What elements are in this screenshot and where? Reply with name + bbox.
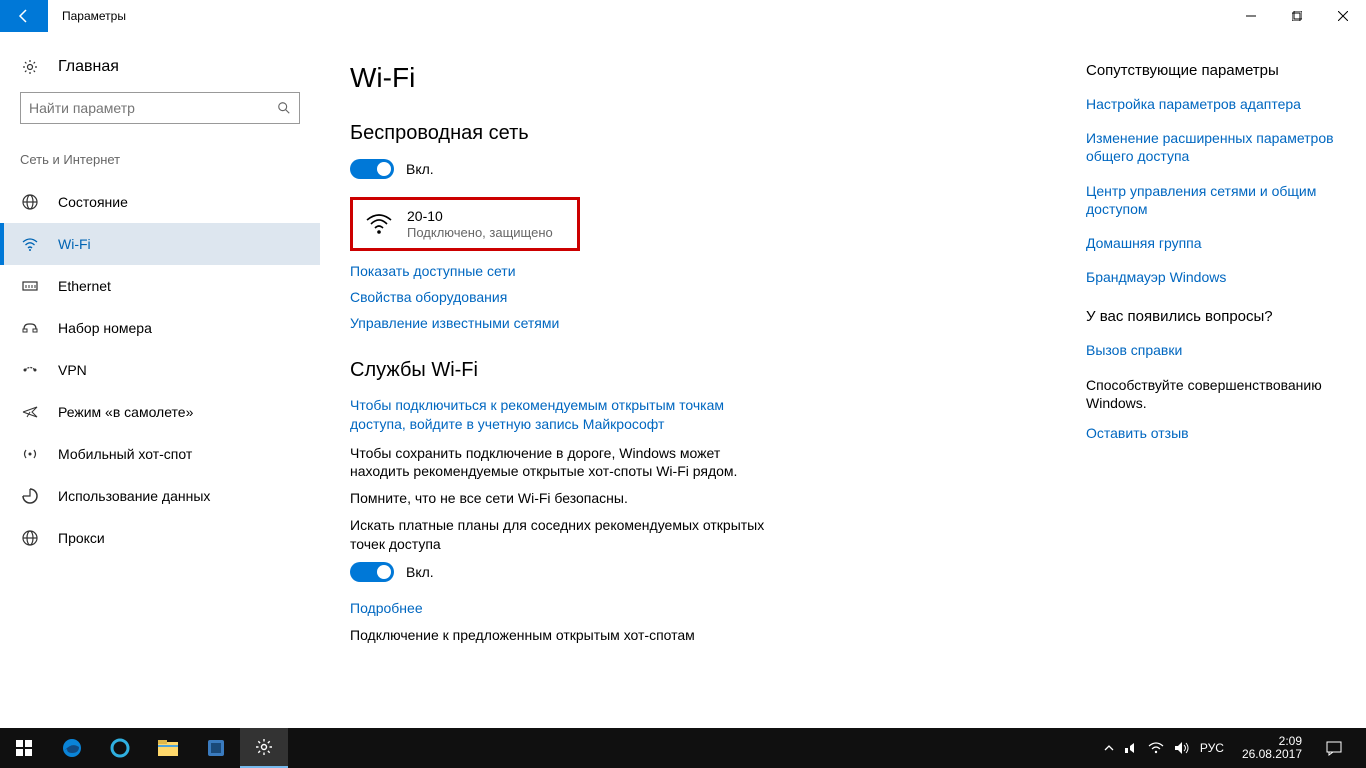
sidebar-item-vpn[interactable]: VPN [0, 349, 320, 391]
airplane-icon [20, 403, 40, 421]
related-link[interactable]: Домашняя группа [1086, 234, 1336, 252]
taskbar-app1[interactable] [96, 728, 144, 768]
sidebar-item-airplane[interactable]: Режим «в самолете» [0, 391, 320, 433]
related-link[interactable]: Брандмауэр Windows [1086, 268, 1336, 286]
tray-power-icon[interactable] [1124, 742, 1138, 754]
signin-link[interactable]: Чтобы подключиться к рекомендуемым откры… [350, 396, 780, 434]
sidebar-item-label: Режим «в самолете» [58, 404, 193, 420]
related-link[interactable]: Изменение расширенных параметров общего … [1086, 129, 1336, 165]
help-link[interactable]: Вызов справки [1086, 341, 1336, 359]
sidebar-item-label: Состояние [58, 194, 128, 210]
improve-heading: Способствуйте совершенствованию Windows. [1086, 376, 1336, 412]
close-button[interactable] [1320, 0, 1366, 32]
paid-plans-toggle-label: Вкл. [406, 564, 434, 580]
notification-button[interactable] [1310, 728, 1358, 768]
proxy-icon [20, 529, 40, 547]
wireless-heading: Беспроводная сеть [350, 122, 1056, 145]
related-link[interactable]: Центр управления сетями и общим доступом [1086, 182, 1336, 218]
sidebar-item-proxy[interactable]: Прокси [0, 517, 320, 559]
taskbar-edge[interactable] [48, 728, 96, 768]
taskbar: РУС 2:09 26.08.2017 [0, 728, 1366, 768]
system-tray[interactable]: РУС [1094, 741, 1234, 755]
ethernet-icon [20, 277, 40, 295]
search-input-container[interactable] [20, 92, 300, 124]
hardware-props-link[interactable]: Свойства оборудования [350, 289, 1056, 305]
wifi-toggle-label: Вкл. [406, 161, 434, 177]
taskbar-settings[interactable] [240, 728, 288, 768]
taskbar-clock[interactable]: 2:09 26.08.2017 [1234, 735, 1310, 761]
services-heading: Службы Wi-Fi [350, 359, 1056, 382]
window-title: Параметры [48, 9, 126, 23]
sidebar-item-label: Wi-Fi [58, 236, 91, 252]
maximize-button[interactable] [1274, 0, 1320, 32]
questions-heading: У вас появились вопросы? [1086, 308, 1336, 325]
tray-volume-icon[interactable] [1174, 741, 1190, 755]
sidebar-item-label: VPN [58, 362, 87, 378]
services-para3: Искать платные планы для соседних рекоме… [350, 516, 780, 554]
paid-plans-toggle[interactable] [350, 562, 394, 582]
sidebar: Главная Сеть и Интернет Состояние Wi-Fi … [0, 32, 320, 728]
tray-wifi-icon[interactable] [1148, 742, 1164, 754]
manage-known-link[interactable]: Управление известными сетями [350, 315, 1056, 331]
taskbar-date: 26.08.2017 [1242, 748, 1302, 761]
status-icon [20, 193, 40, 211]
sidebar-item-status[interactable]: Состояние [0, 181, 320, 223]
wifi-icon [20, 235, 40, 253]
related-link[interactable]: Настройка параметров адаптера [1086, 95, 1336, 113]
back-button[interactable] [0, 0, 48, 32]
feedback-link[interactable]: Оставить отзыв [1086, 424, 1336, 442]
sidebar-item-label: Мобильный хот-спот [58, 446, 192, 462]
tray-lang[interactable]: РУС [1200, 741, 1224, 755]
data-usage-icon [20, 487, 40, 505]
start-button[interactable] [0, 728, 48, 768]
minimize-button[interactable] [1228, 0, 1274, 32]
hotspot-icon [20, 445, 40, 463]
sidebar-item-label: Использование данных [58, 488, 210, 504]
dialup-icon [20, 319, 40, 337]
more-link[interactable]: Подробнее [350, 600, 1056, 616]
network-name: 20-10 [407, 208, 553, 225]
current-network[interactable]: 20-10 Подключено, защищено [350, 197, 580, 251]
vpn-icon [20, 361, 40, 379]
sidebar-item-hotspot[interactable]: Мобильный хот-спот [0, 433, 320, 475]
sidebar-item-wifi[interactable]: Wi-Fi [0, 223, 320, 265]
gear-icon [20, 59, 40, 75]
related-panel: Сопутствующие параметры Настройка параме… [1086, 32, 1366, 728]
services-para2: Помните, что не все сети Wi-Fi безопасны… [350, 489, 780, 508]
taskbar-explorer[interactable] [144, 728, 192, 768]
sidebar-item-label: Набор номера [58, 320, 152, 336]
related-heading: Сопутствующие параметры [1086, 62, 1336, 79]
sidebar-item-label: Ethernet [58, 278, 111, 294]
tray-chevron-icon[interactable] [1104, 743, 1114, 753]
wifi-signal-icon [365, 212, 395, 236]
sidebar-home[interactable]: Главная [0, 50, 320, 84]
sidebar-item-ethernet[interactable]: Ethernet [0, 265, 320, 307]
sidebar-item-label: Прокси [58, 530, 105, 546]
search-input[interactable] [29, 100, 277, 116]
services-para1: Чтобы сохранить подключение в дороге, Wi… [350, 444, 780, 482]
sidebar-home-label: Главная [58, 58, 119, 76]
sidebar-item-datausage[interactable]: Использование данных [0, 475, 320, 517]
search-icon [277, 101, 291, 115]
page-title: Wi-Fi [350, 62, 1056, 94]
main-content: Wi-Fi Беспроводная сеть Вкл. 20-10 Подкл… [320, 32, 1086, 728]
network-status: Подключено, защищено [407, 225, 553, 240]
wifi-toggle[interactable] [350, 159, 394, 179]
show-available-link[interactable]: Показать доступные сети [350, 263, 1056, 279]
sidebar-category: Сеть и Интернет [0, 144, 320, 175]
services-para4: Подключение к предложенным открытым хот-… [350, 626, 780, 645]
taskbar-app2[interactable] [192, 728, 240, 768]
sidebar-item-dialup[interactable]: Набор номера [0, 307, 320, 349]
